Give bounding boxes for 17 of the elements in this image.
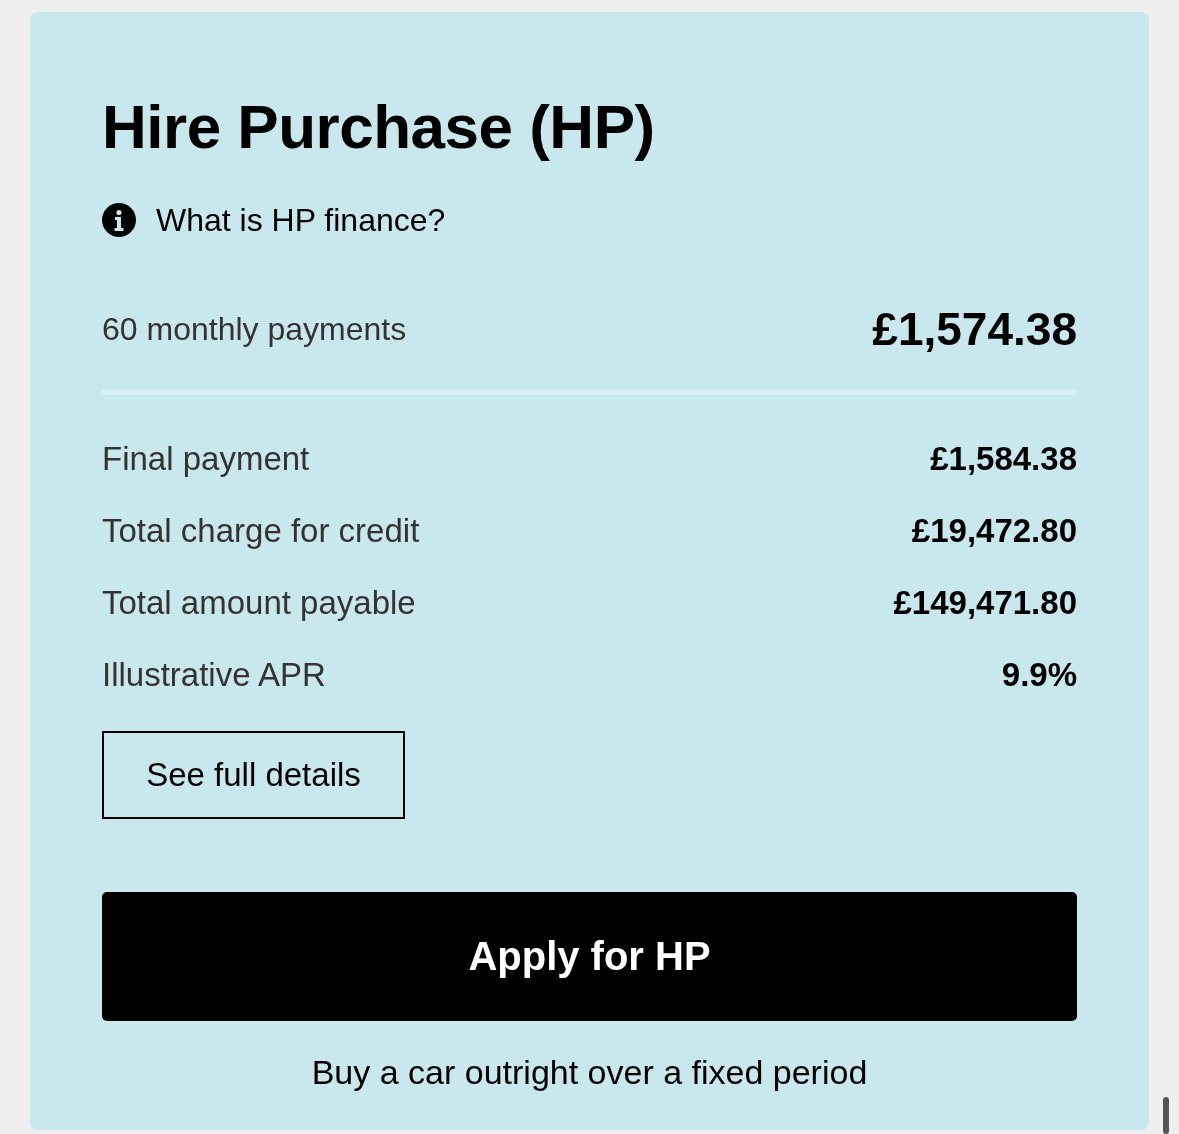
row-label: Illustrative APR [102,656,326,694]
row-label: Final payment [102,440,310,478]
row-value: £19,472.80 [911,512,1077,550]
payment-label: 60 monthly payments [102,310,407,348]
row-value: £149,471.80 [893,584,1077,622]
row-value: 9.9% [1001,656,1077,694]
details-button[interactable]: See full details [102,731,405,819]
info-icon [102,203,136,237]
apply-button[interactable]: Apply for HP [102,892,1077,1021]
scrollbar[interactable] [1163,1097,1169,1134]
card-title: Hire Purchase (HP) [102,92,656,162]
monthly-amount: £1,574.38 [872,302,1077,356]
row-label: Total charge for credit [102,512,420,550]
footnote: Buy a car outright over a fixed period [310,1053,869,1092]
row-label: Total amount payable [102,584,416,622]
row-value: £1,584.38 [930,440,1077,478]
info-link[interactable]: What is HP finance? [156,201,446,239]
